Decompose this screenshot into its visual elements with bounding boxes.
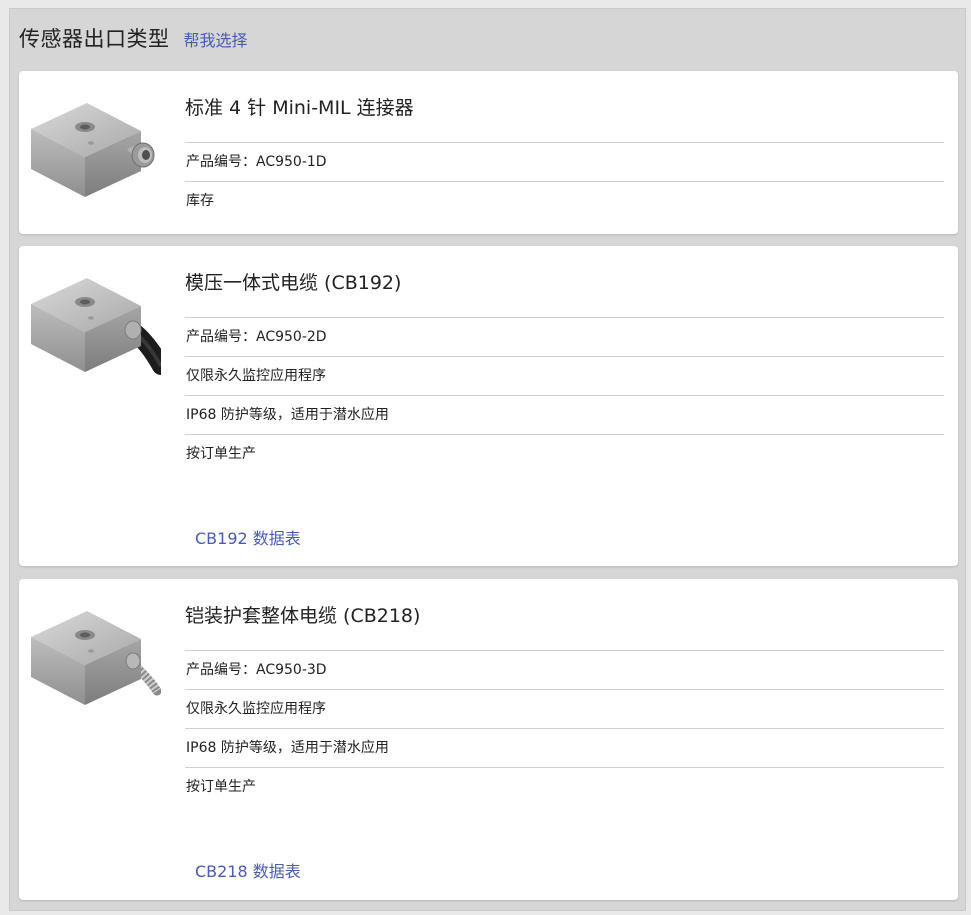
product-details: 铠装护套整体电缆 (CB218) 产品编号：AC950-3D 仅限永久监控应用程… xyxy=(185,579,944,806)
product-details: 标准 4 针 Mini-MIL 连接器 产品编号：AC950-1D 库存 xyxy=(185,71,944,220)
product-title: 模压一体式电缆 (CB192) xyxy=(185,246,944,318)
product-spec: 仅限永久监控应用程序 xyxy=(185,357,944,396)
product-number: 产品编号：AC950-2D xyxy=(185,318,944,357)
product-stock-status: 库存 xyxy=(186,193,214,209)
product-spec: IP68 防护等级，适用于潜水应用 xyxy=(185,396,944,435)
outlet-type-panel: 传感器出口类型 帮我选择 标准 4 针 Mini-MIL 连接器 产品编号：AC… xyxy=(9,8,966,911)
product-card-molded-cable[interactable]: 模压一体式电缆 (CB192) 产品编号：AC950-2D 仅限永久监控应用程序… xyxy=(19,246,958,566)
product-number: 产品编号：AC950-3D xyxy=(185,651,944,690)
section-header: 传感器出口类型 帮我选择 xyxy=(19,23,248,53)
product-card-connector[interactable]: 标准 4 针 Mini-MIL 连接器 产品编号：AC950-1D 库存 xyxy=(19,71,958,234)
product-spec: IP68 防护等级，适用于潜水应用 xyxy=(185,729,944,768)
sensor-connector-image xyxy=(31,103,155,197)
cb192-datasheet-link[interactable]: CB192 数据表 xyxy=(195,525,301,549)
product-title: 铠装护套整体电缆 (CB218) xyxy=(185,579,944,651)
product-spec: 按订单生产 xyxy=(186,446,256,462)
product-title: 标准 4 针 Mini-MIL 连接器 xyxy=(185,71,944,143)
product-details: 模压一体式电缆 (CB192) 产品编号：AC950-2D 仅限永久监控应用程序… xyxy=(185,246,944,473)
product-number: 产品编号：AC950-1D xyxy=(185,143,944,182)
product-spec: 仅限永久监控应用程序 xyxy=(185,690,944,729)
sensor-molded-cable-image xyxy=(31,278,161,375)
product-spec: 按订单生产 xyxy=(186,779,256,795)
section-title: 传感器出口类型 xyxy=(19,27,170,51)
product-card-armored-cable[interactable]: 铠装护套整体电缆 (CB218) 产品编号：AC950-3D 仅限永久监控应用程… xyxy=(19,579,958,900)
cb218-datasheet-link[interactable]: CB218 数据表 xyxy=(195,858,301,882)
sensor-armored-cable-image xyxy=(31,611,161,705)
help-me-choose-link[interactable]: 帮我选择 xyxy=(184,27,248,51)
